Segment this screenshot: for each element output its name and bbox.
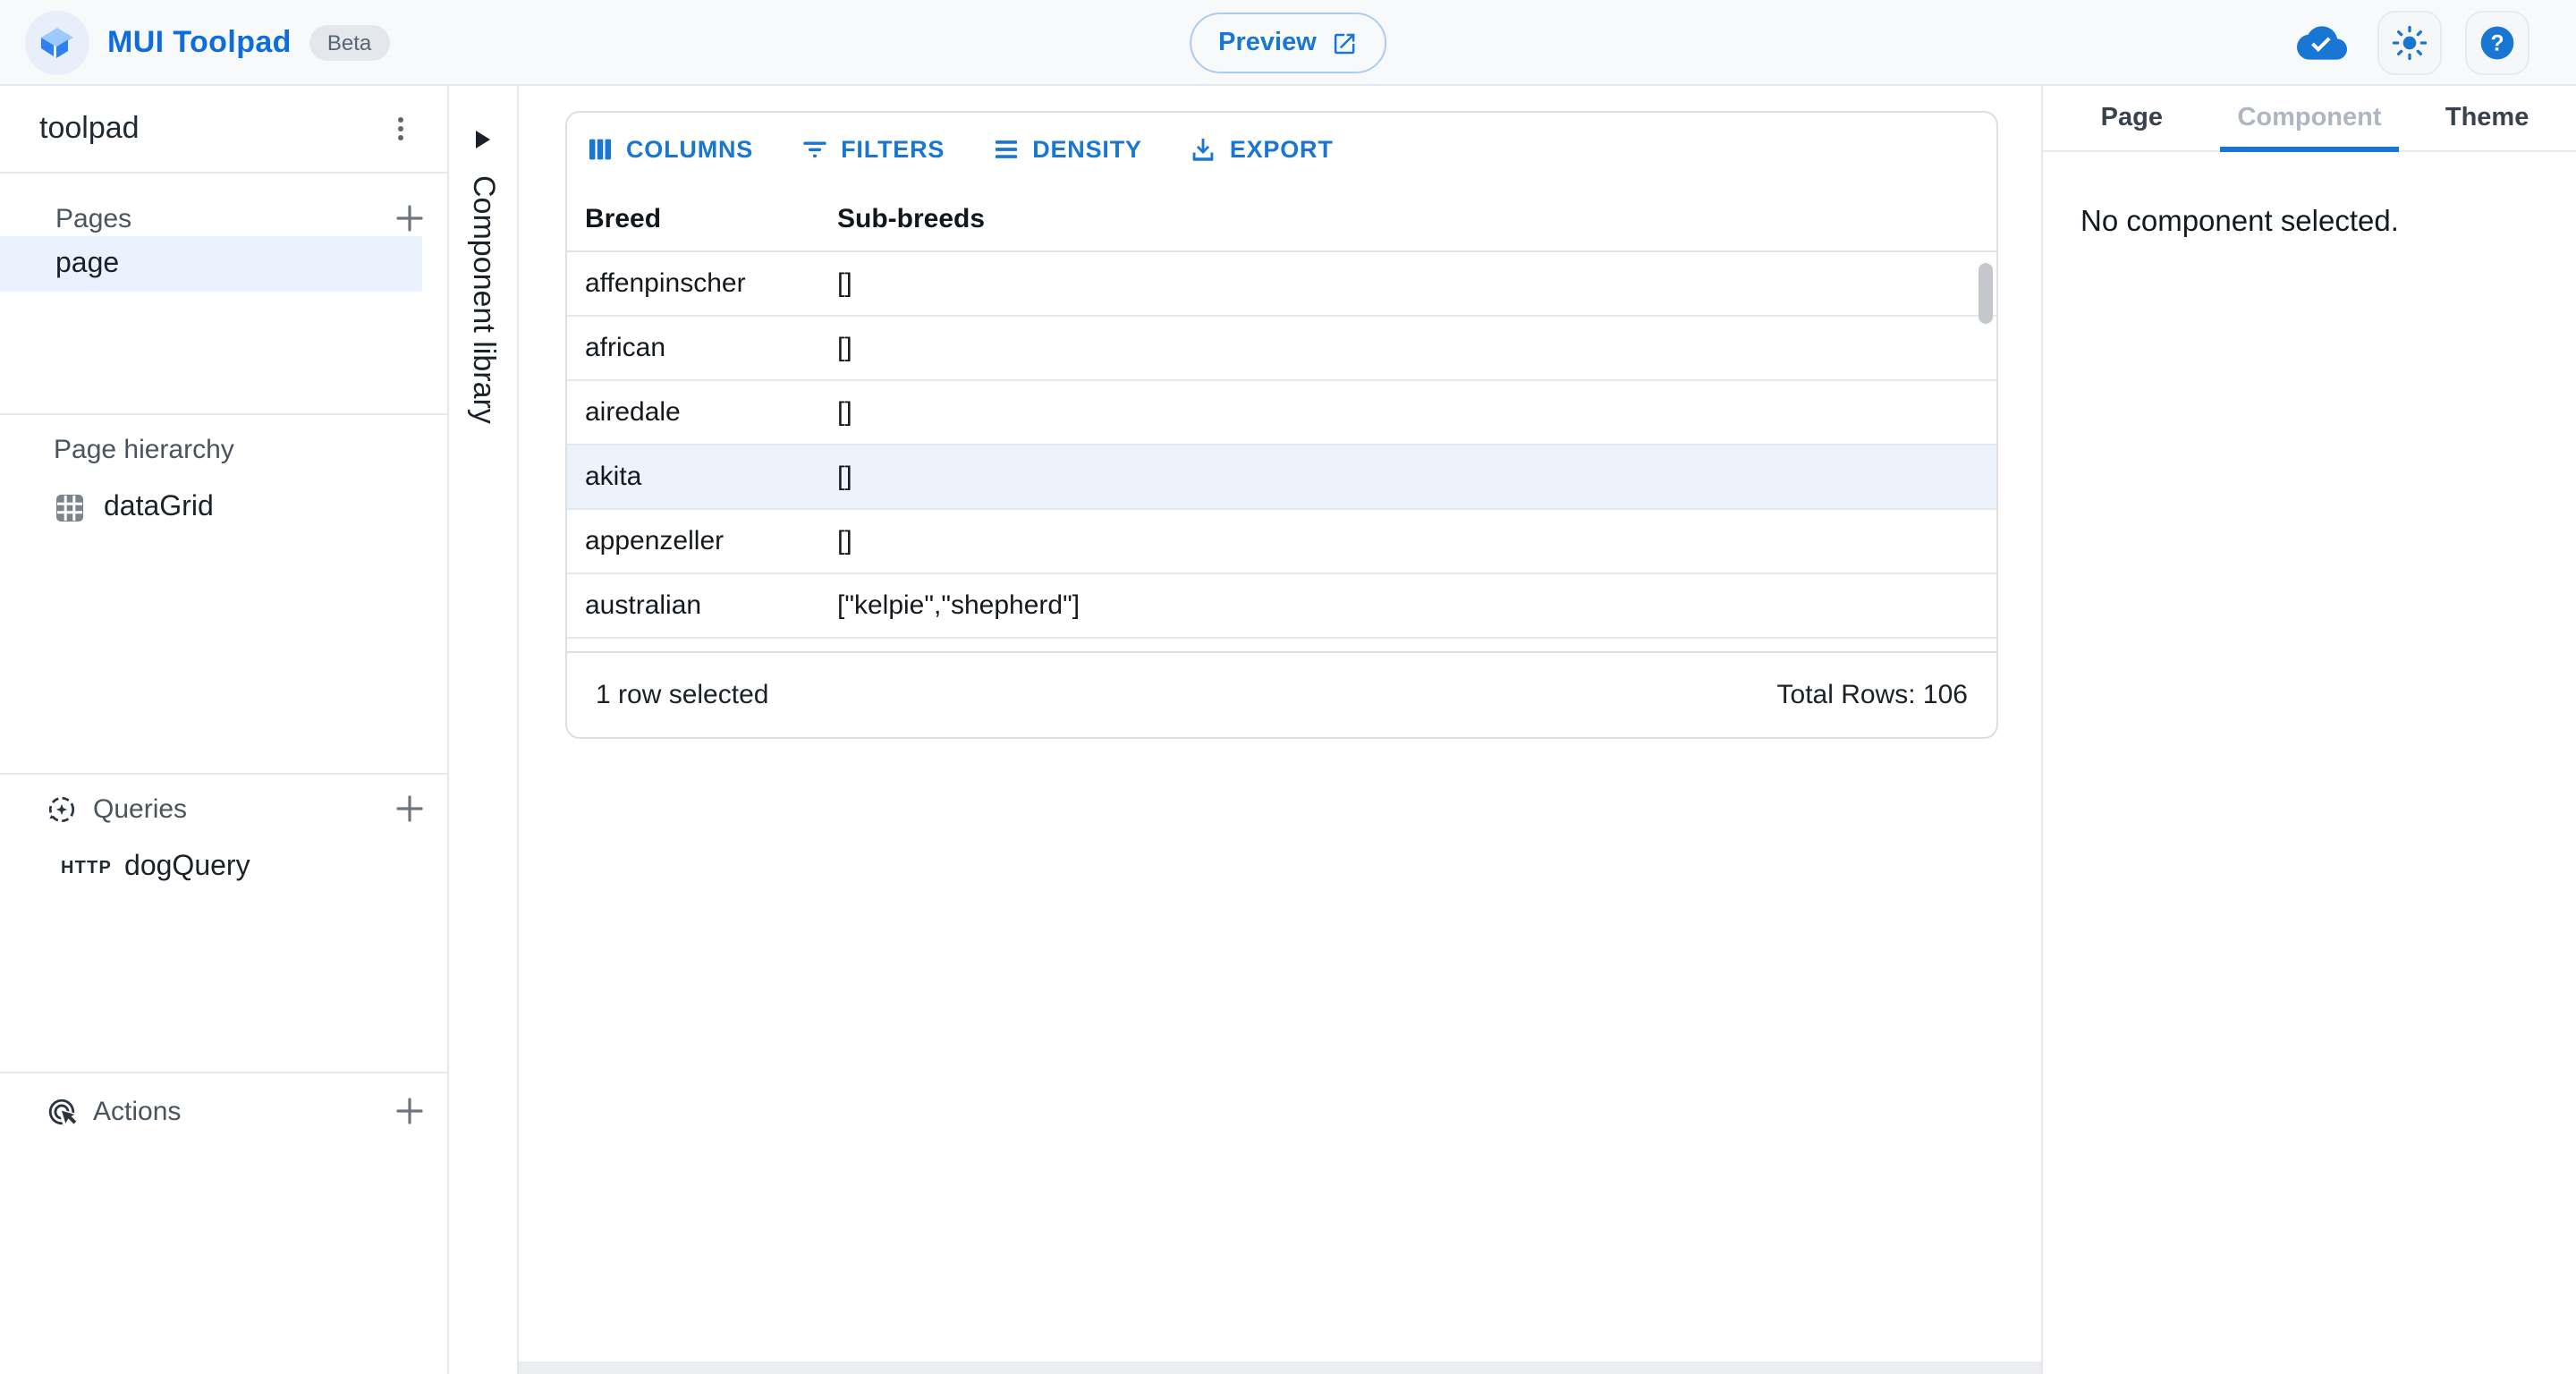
cell-subbreeds: [] bbox=[837, 526, 1996, 556]
sidebar-divider bbox=[0, 413, 447, 415]
brand: MUI Toolpad Beta bbox=[0, 10, 389, 74]
tab-component[interactable]: Component bbox=[2221, 86, 2399, 150]
tab-theme[interactable]: Theme bbox=[2398, 86, 2576, 150]
add-page-button[interactable] bbox=[394, 202, 426, 234]
top-header: MUI Toolpad Beta Preview bbox=[0, 0, 2576, 86]
external-link-icon bbox=[1331, 30, 1358, 56]
header-actions: ? bbox=[2297, 10, 2576, 74]
sidebar: toolpad Pages page bbox=[0, 86, 447, 1374]
table-row-partial[interactable] bbox=[567, 639, 1996, 651]
cell-subbreeds: ["kelpie","shepherd"] bbox=[837, 590, 1996, 621]
download-icon bbox=[1189, 134, 1219, 165]
table-row-selected[interactable]: akita [] bbox=[567, 445, 1996, 510]
sidebar-item-dogquery-label: dogQuery bbox=[124, 852, 250, 884]
component-library-label: Component library bbox=[465, 175, 501, 424]
datagrid-component: COLUMNS FILTERS bbox=[565, 111, 1998, 739]
scrollbar-thumb[interactable] bbox=[1979, 263, 1993, 324]
queries-section-label: Queries bbox=[93, 793, 187, 824]
http-badge: HTTP bbox=[61, 858, 112, 878]
export-button-label: EXPORT bbox=[1230, 136, 1334, 163]
cell-breed: appenzeller bbox=[567, 526, 837, 556]
sidebar-divider bbox=[0, 773, 447, 775]
table-row[interactable]: australian ["kelpie","shepherd"] bbox=[567, 574, 1996, 639]
help-button[interactable]: ? bbox=[2465, 10, 2529, 74]
columns-icon bbox=[585, 134, 615, 165]
density-button[interactable]: DENSITY bbox=[991, 134, 1142, 165]
toolpad-app: MUI Toolpad Beta Preview bbox=[0, 0, 2576, 1374]
cell-subbreeds: [] bbox=[837, 397, 1996, 428]
datagrid-footer: 1 row selected Total Rows: 106 bbox=[567, 651, 1996, 737]
filters-button-label: FILTERS bbox=[841, 136, 945, 163]
cloud-saved-icon bbox=[2297, 22, 2347, 62]
sun-icon bbox=[2392, 24, 2428, 60]
cell-subbreeds: [] bbox=[837, 268, 1996, 299]
total-rows: Total Rows: 106 bbox=[1777, 680, 1968, 710]
sidebar-item-datagrid-label: dataGrid bbox=[104, 492, 214, 524]
preview-button[interactable]: Preview bbox=[1190, 13, 1386, 73]
export-button[interactable]: EXPORT bbox=[1189, 134, 1334, 165]
actions-section-header: Actions bbox=[0, 1084, 447, 1138]
table-row[interactable]: appenzeller [] bbox=[567, 510, 1996, 574]
cell-subbreeds: [] bbox=[837, 333, 1996, 363]
page-canvas: COLUMNS FILTERS bbox=[519, 86, 2041, 1374]
svg-text:?: ? bbox=[2490, 31, 2504, 55]
add-action-button[interactable] bbox=[394, 1095, 426, 1127]
project-menu-button[interactable] bbox=[379, 107, 422, 150]
actions-section-label: Actions bbox=[93, 1096, 181, 1126]
cell-breed: african bbox=[567, 333, 837, 363]
filters-button[interactable]: FILTERS bbox=[800, 134, 945, 165]
sidebar-item-dogquery[interactable]: HTTP dogQuery bbox=[0, 843, 447, 893]
pages-section-label: Pages bbox=[55, 203, 131, 233]
table-row[interactable]: affenpinscher [] bbox=[567, 252, 1996, 317]
datagrid-header-row: Breed Sub-breeds bbox=[567, 186, 1996, 252]
vertical-scrollbar[interactable] bbox=[1979, 256, 1993, 648]
sidebar-item-page[interactable]: page bbox=[0, 236, 422, 292]
inspector-panel: Page Component Theme No component select… bbox=[2041, 86, 2576, 1374]
columns-button[interactable]: COLUMNS bbox=[585, 134, 753, 165]
column-header-subbreeds[interactable]: Sub-breeds bbox=[837, 203, 1996, 233]
column-header-breed[interactable]: Breed bbox=[567, 203, 837, 233]
help-icon: ? bbox=[2478, 22, 2517, 62]
inspector-tabs: Page Component Theme bbox=[2043, 86, 2576, 152]
density-button-label: DENSITY bbox=[1032, 136, 1142, 163]
tab-page[interactable]: Page bbox=[2043, 86, 2221, 150]
beta-badge: Beta bbox=[309, 24, 389, 60]
inspector-empty-message: No component selected. bbox=[2043, 152, 2576, 240]
mui-toolpad-logo-icon bbox=[25, 10, 89, 74]
expand-component-library-button[interactable] bbox=[465, 122, 501, 157]
table-row[interactable]: african [] bbox=[567, 317, 1996, 381]
sidebar-divider bbox=[0, 1072, 447, 1073]
component-library-panel: Component library bbox=[447, 86, 519, 1374]
ads-click-icon bbox=[47, 1096, 77, 1126]
columns-button-label: COLUMNS bbox=[626, 136, 753, 163]
filter-list-icon bbox=[800, 134, 830, 165]
app-title: MUI Toolpad bbox=[107, 24, 292, 60]
queries-section-header: Queries bbox=[0, 782, 447, 835]
selection-count: 1 row selected bbox=[596, 680, 768, 710]
datagrid-rows-viewport: affenpinscher [] african [] airedale [] … bbox=[567, 252, 1996, 651]
datagrid-toolbar: COLUMNS FILTERS bbox=[567, 113, 1996, 186]
project-name: toolpad bbox=[39, 111, 140, 147]
cell-breed: akita bbox=[567, 462, 837, 492]
cell-breed: australian bbox=[567, 590, 837, 621]
preview-button-label: Preview bbox=[1218, 29, 1317, 57]
project-row: toolpad bbox=[0, 86, 447, 174]
hierarchy-section-label: Page hierarchy bbox=[54, 434, 234, 464]
query-icon bbox=[47, 793, 77, 824]
add-query-button[interactable] bbox=[394, 793, 426, 825]
cell-breed: airedale bbox=[567, 397, 837, 428]
hierarchy-section-header: Page hierarchy bbox=[0, 422, 447, 476]
theme-toggle-button[interactable] bbox=[2377, 10, 2442, 74]
cell-breed: affenpinscher bbox=[567, 268, 837, 299]
grid-icon bbox=[55, 494, 84, 522]
cell-subbreeds: [] bbox=[837, 462, 1996, 492]
density-icon bbox=[991, 134, 1021, 165]
sidebar-item-page-label: page bbox=[55, 248, 119, 280]
sidebar-item-datagrid[interactable]: dataGrid bbox=[0, 483, 447, 533]
table-row[interactable]: airedale [] bbox=[567, 381, 1996, 445]
horizontal-scrollbar[interactable] bbox=[519, 1361, 2041, 1374]
